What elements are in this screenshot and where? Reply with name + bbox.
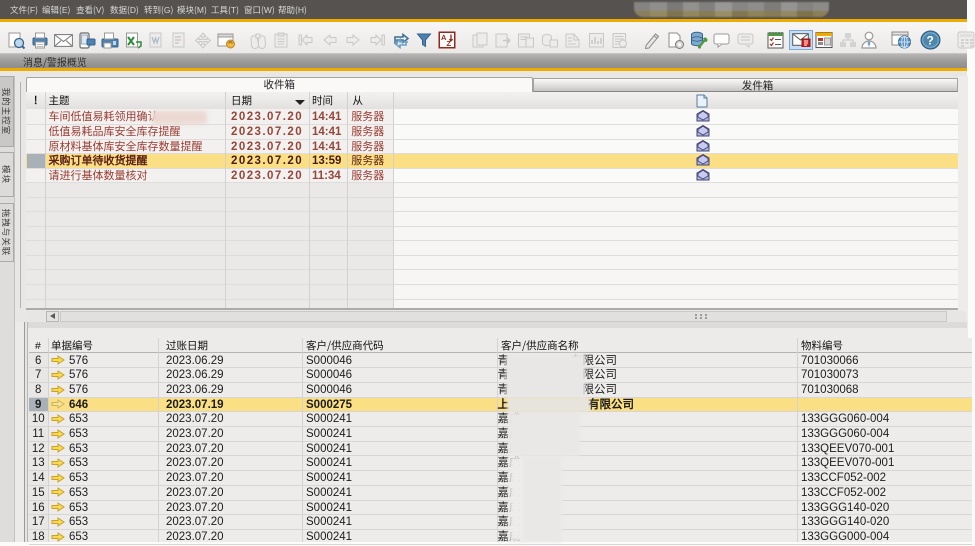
svg-text:?: ? — [927, 34, 934, 48]
